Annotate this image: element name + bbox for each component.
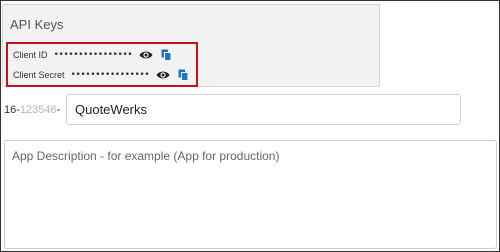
eye-icon[interactable] — [139, 50, 153, 60]
client-secret-row: Client Secret •••••••••••••••• — [13, 67, 189, 83]
app-id-prefix-number: 123546 — [19, 104, 57, 116]
app-id-prefix-end: - — [56, 104, 61, 116]
client-secret-masked-value: •••••••••••••••• — [70, 70, 150, 80]
app-description-textarea[interactable] — [4, 140, 497, 249]
client-secret-label: Client Secret — [13, 70, 65, 80]
credentials-highlight-box: Client ID •••••••••••••••• Client Secret… — [6, 42, 198, 87]
app-id-prefix: 16- 123546 - — [4, 104, 60, 116]
copy-icon[interactable] — [161, 49, 172, 61]
app-name-input[interactable] — [66, 94, 461, 125]
api-keys-panel: API Keys Client ID •••••••••••••••• Clie… — [2, 4, 380, 87]
app-id-prefix-start: 16- — [4, 104, 20, 116]
client-id-row: Client ID •••••••••••••••• — [13, 47, 172, 63]
copy-icon[interactable] — [178, 69, 189, 81]
api-key-settings-frame: API Keys Client ID •••••••••••••••• Clie… — [0, 0, 500, 252]
client-id-masked-value: •••••••••••••••• — [53, 50, 133, 60]
eye-icon[interactable] — [156, 70, 170, 80]
api-keys-title: API Keys — [10, 17, 64, 32]
client-id-label: Client ID — [13, 50, 48, 60]
